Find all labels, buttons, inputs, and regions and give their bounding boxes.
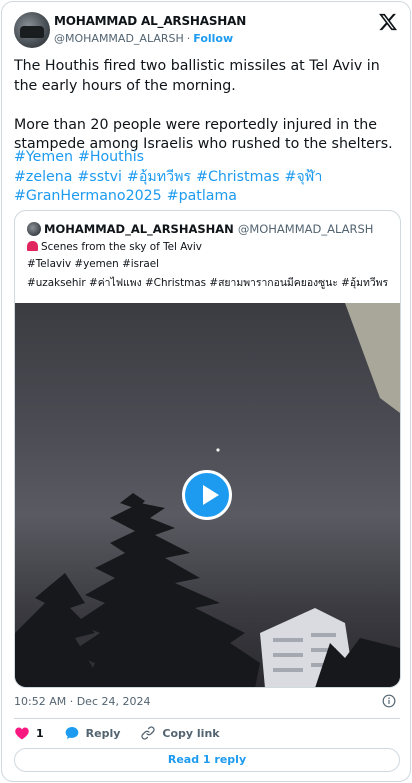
like-count: 1: [36, 726, 44, 740]
heart-icon: [15, 727, 29, 740]
hashtag[interactable]: #zelena: [14, 169, 72, 185]
reply-label: Reply: [85, 726, 121, 740]
avatar[interactable]: [14, 12, 50, 48]
hashtag-line-2: #zelena #sstvi #อุ้มทวีพร #Christmas #จุฬ้า: [14, 168, 399, 188]
quoted-text: Scenes from the sky of Tel Aviv: [41, 241, 202, 253]
author-handle-row: @MOHAMMAD_ALARSH · Follow: [54, 32, 233, 45]
hashtag[interactable]: #จุฬ้า: [284, 169, 322, 185]
copy-link-label: Copy link: [162, 726, 220, 740]
quoted-author-handle: @MOHAMMAD_ALARSH: [237, 222, 374, 236]
hashtag-line-3: #GranHermano2025 #patlama: [14, 187, 399, 207]
quoted-avatar: [27, 222, 41, 236]
hashtag[interactable]: #sstvi: [77, 169, 122, 185]
tweet-card: MOHAMMAD AL_ARSHASHAN @MOHAMMAD_ALARSH · F…: [1, 1, 411, 782]
hashtag[interactable]: #Yemen: [14, 149, 73, 165]
follow-button[interactable]: Follow: [193, 32, 233, 45]
hashtag[interactable]: #อุ้มทวีพร: [127, 169, 191, 185]
quoted-hashtags-1: #Telaviv #yemen #israel: [27, 258, 159, 270]
like-button[interactable]: 1: [14, 725, 44, 741]
missile-light: [216, 448, 220, 452]
quoted-author: MOHAMMAD_AL_ARSHASHAN @MOHAMMAD_ALARSH: [44, 222, 373, 236]
quoted-text-line-1: Scenes from the sky of Tel Aviv: [27, 241, 202, 253]
building-edge: [345, 303, 400, 413]
video-player[interactable]: [15, 303, 400, 687]
play-icon[interactable]: [182, 470, 232, 520]
hashtag[interactable]: #patlama: [167, 188, 237, 204]
divider: [14, 718, 400, 719]
hashtag[interactable]: #Christmas: [196, 169, 279, 185]
reply-button[interactable]: Reply: [64, 725, 121, 741]
read-replies-button[interactable]: Read 1 reply: [14, 748, 400, 772]
hashtag-line-1: #Yemen #Houthis: [14, 148, 399, 168]
tree-silhouettes: [15, 493, 400, 687]
separator: ·: [186, 32, 191, 45]
info-icon[interactable]: [382, 694, 396, 708]
link-icon: [141, 726, 156, 740]
hashtag[interactable]: #GranHermano2025: [14, 188, 162, 204]
quoted-tweet[interactable]: MOHAMMAD_AL_ARSHASHAN @MOHAMMAD_ALARSH Sc…: [14, 210, 401, 688]
author-handle[interactable]: @MOHAMMAD_ALARSH: [54, 32, 184, 45]
hashtags: #Yemen #Houthis #zelena #sstvi #อุ้มทวีพร #C…: [14, 148, 399, 207]
action-bar: 1 Reply Copy link: [14, 724, 240, 742]
x-logo-icon[interactable]: [378, 12, 398, 32]
quoted-hashtags-2: #uzaksehir #ค่าไฟแพง #Christmas #สยามพาร…: [27, 277, 389, 289]
hashtag[interactable]: #Houthis: [78, 149, 144, 165]
author-name[interactable]: MOHAMMAD AL_ARSHASHAN: [54, 14, 246, 28]
reply-icon: [65, 727, 78, 739]
siren-icon: [27, 241, 38, 251]
tweet-text: The Houthis fired two ballistic missiles…: [14, 58, 393, 152]
quoted-author-name: MOHAMMAD_AL_ARSHASHAN: [44, 222, 234, 236]
timestamp[interactable]: 10:52 AM · Dec 24, 2024: [14, 695, 150, 708]
copy-link-button[interactable]: Copy link: [140, 725, 220, 741]
